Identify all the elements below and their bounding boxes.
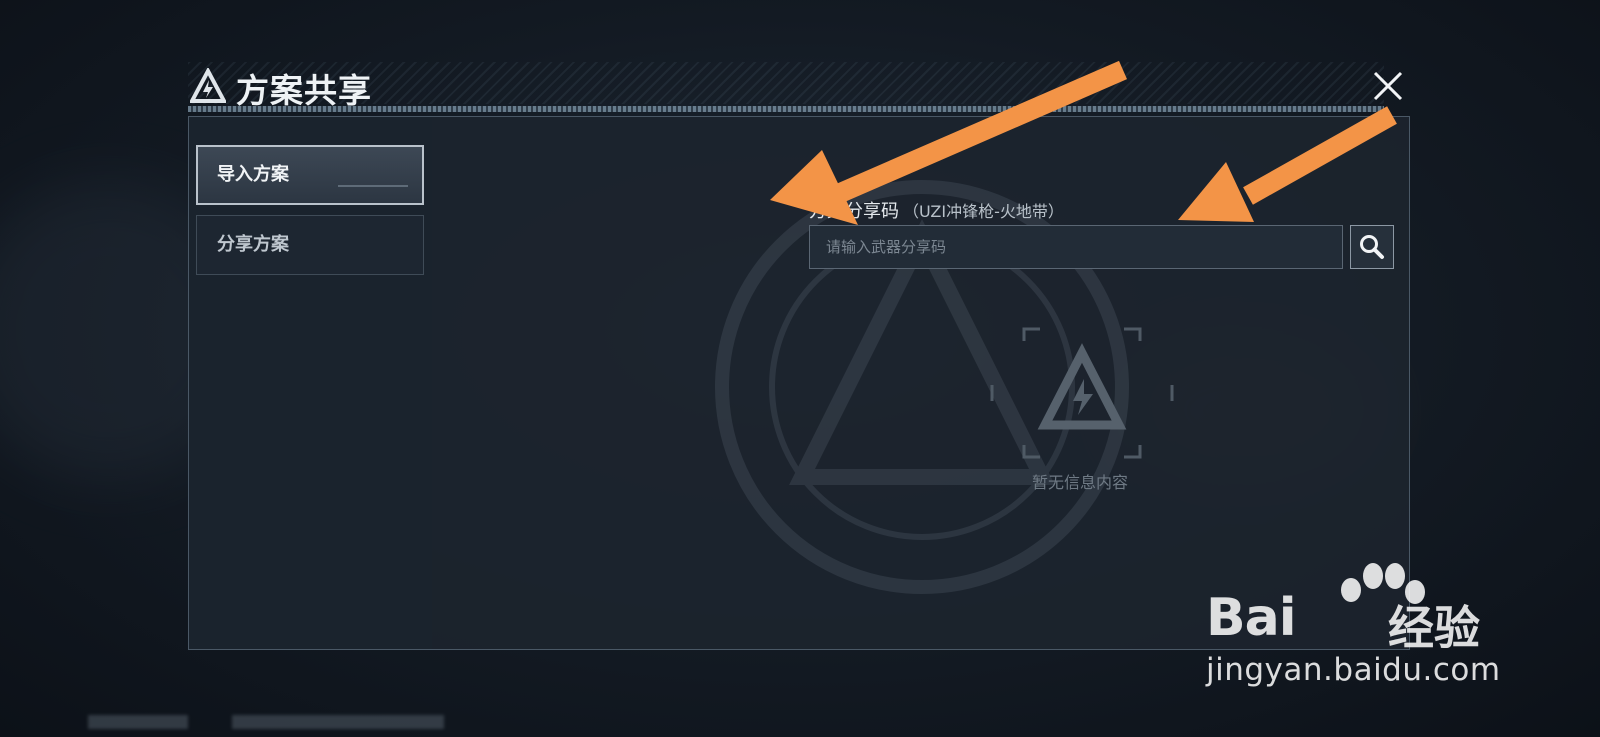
sidebar-item-import-plan[interactable]: 导入方案 (196, 145, 424, 205)
warning-logo-icon (1037, 343, 1127, 430)
search-button[interactable] (1350, 225, 1394, 269)
close-icon (1373, 71, 1403, 101)
active-indicator (338, 185, 408, 187)
share-code-label: 方案分享码 （UZI冲锋枪-火地带） (809, 197, 1064, 223)
sidebar-item-label: 分享方案 (217, 234, 289, 255)
watermark-brand: Bai (1206, 588, 1297, 648)
share-code-input[interactable] (809, 225, 1343, 269)
close-button[interactable] (1368, 66, 1408, 106)
sidebar-item-label: 导入方案 (217, 164, 289, 185)
search-icon (1360, 235, 1384, 259)
sidebar-item-share-plan[interactable]: 分享方案 (196, 215, 424, 275)
dialog-title: 方案共享 (236, 71, 372, 110)
blurred-footer-text (88, 715, 188, 729)
dialog-header: 方案共享 (188, 62, 1398, 112)
header-stripe (188, 106, 1384, 112)
share-code-weapon-hint: （UZI冲锋枪-火地带） (903, 202, 1064, 221)
watermark-url: jingyan.baidu.com (1206, 652, 1501, 688)
empty-state-text: 暂无信息内容 (1031, 473, 1128, 492)
warning-logo-icon (190, 68, 226, 103)
empty-state-frame (990, 327, 1174, 459)
blurred-footer-text (232, 715, 444, 729)
share-code-label-text: 方案分享码 (809, 201, 899, 222)
watermark-brand-tail: 经验 (1388, 601, 1480, 655)
sidebar: 导入方案 分享方案 (189, 117, 432, 649)
